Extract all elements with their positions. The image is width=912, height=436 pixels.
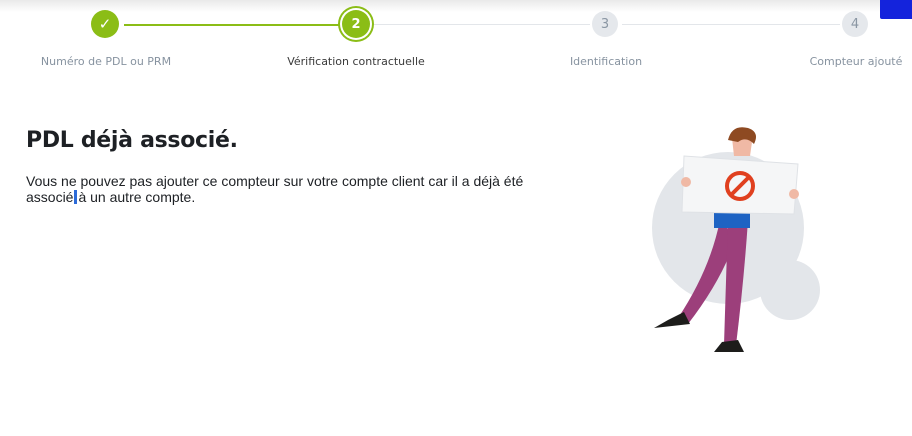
page-title: PDL déjà associé. [26, 128, 238, 153]
left-shoe [654, 312, 690, 328]
stepper-line-1 [124, 24, 340, 26]
step-3-label: Identification [569, 55, 643, 68]
check-icon: ✓ [98, 15, 112, 33]
step-2-circle: 2 [342, 10, 370, 38]
step-4-label: Compteur ajouté [809, 55, 903, 68]
forbidden-illustration [652, 127, 820, 352]
right-shoe [714, 340, 744, 352]
step-4-circle: 4 [842, 11, 868, 37]
step-2-label: Vérification contractuelle [287, 55, 425, 68]
step-1-label: Numéro de PDL ou PRM [40, 55, 172, 68]
left-hand [681, 177, 691, 187]
step-1-circle[interactable]: ✓ [91, 10, 119, 38]
step-2-number: 2 [351, 16, 361, 32]
right-hand [789, 189, 799, 199]
step-3-circle: 3 [592, 11, 618, 37]
progress-stepper: ✓ 2 3 4 Numéro de PDL ou PRM Vérificatio… [0, 0, 912, 80]
stepper-line-3 [622, 24, 840, 25]
step-4-number: 4 [850, 16, 860, 32]
stepper-line-2 [372, 24, 590, 25]
step-3-number: 3 [600, 16, 610, 32]
error-message-text-end: à un autre compte. [78, 189, 196, 205]
error-message: Vous ne pouvez pas ajouter ce compteur s… [26, 173, 556, 205]
background-blob-small [760, 260, 820, 320]
